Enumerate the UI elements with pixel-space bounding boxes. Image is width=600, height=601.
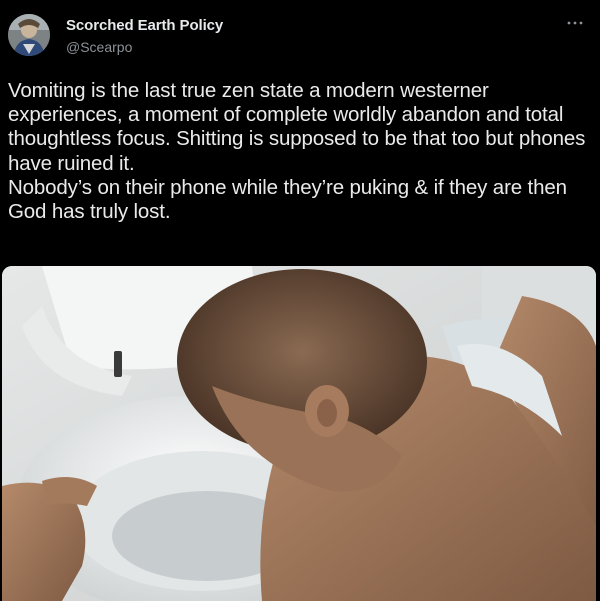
more-options-button[interactable] <box>564 16 586 30</box>
tweet-text: Vomiting is the last true zen state a mo… <box>8 79 594 224</box>
tweet-text-paragraph-2: Nobody’s on their phone while they’re pu… <box>8 175 567 224</box>
tweet-card: Scorched Earth Policy @Scearpo Vomiting … <box>0 0 600 601</box>
author-handle[interactable]: @Scearpo <box>66 39 132 55</box>
tweet-photo[interactable] <box>2 266 596 601</box>
more-options-icon <box>567 21 583 25</box>
author-display-name[interactable]: Scorched Earth Policy <box>66 17 223 34</box>
profile-avatar-icon <box>8 14 50 56</box>
author-avatar[interactable] <box>8 14 50 56</box>
tweet-header: Scorched Earth Policy @Scearpo <box>0 0 600 66</box>
photo-illustration <box>2 266 596 601</box>
tweet-text-paragraph-1: Vomiting is the last true zen state a mo… <box>8 79 586 175</box>
